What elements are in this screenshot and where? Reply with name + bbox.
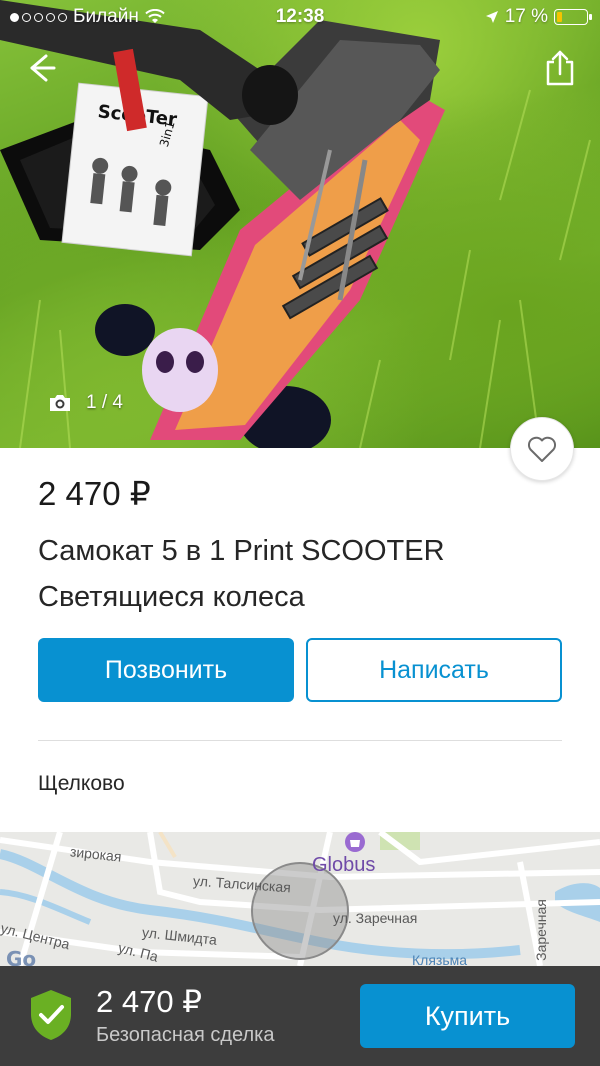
bottom-bar-price: 2 470 ₽ (96, 984, 202, 1019)
write-message-button[interactable]: Написать (306, 638, 562, 702)
divider (38, 740, 562, 741)
listing-title-line-1: Самокат 5 в 1 Print SCOOTER (38, 535, 445, 567)
listing-location: Щелково (38, 772, 125, 795)
battery-percent: 17 % (504, 6, 548, 27)
share-icon[interactable] (540, 48, 580, 88)
status-bar-right: 17 % (485, 6, 592, 28)
location-map[interactable]: Go зирокая Globus ул. Талсинская ул. Зар… (0, 832, 600, 966)
status-bar: Билайн 12:38 17 % (0, 0, 600, 34)
photo-counter: 1 / 4 (48, 392, 123, 414)
map-label-zarechnaya-vertical: Заречная (532, 899, 549, 961)
shield-check-icon (31, 990, 71, 1040)
favorite-button[interactable] (510, 417, 574, 481)
map-label-river: Клязьма (412, 952, 468, 966)
battery-level-fill (557, 12, 562, 22)
back-arrow-icon[interactable] (22, 50, 62, 86)
listing-title: Самокат 5 в 1 Print SCOOTER Светящиеся к… (38, 528, 558, 620)
safe-deal-caption: Безопасная сделка (96, 1024, 275, 1046)
photo-counter-text: 1 / 4 (86, 392, 123, 413)
map-label-globus: Globus (312, 854, 376, 876)
svg-text:Go: Go (6, 947, 36, 966)
battery-icon (554, 9, 592, 25)
heart-icon (527, 436, 557, 462)
scooter-photo-illustration: ScooTer 3in1 (0, 0, 591, 448)
buy-button[interactable]: Купить (360, 984, 575, 1048)
bottom-bar: 2 470 ₽ Безопасная сделка Купить (0, 966, 600, 1066)
listing-title-line-2: Светящиеся колеса (38, 581, 305, 613)
camera-icon (50, 395, 70, 411)
listing-price: 2 470 ₽ (38, 475, 151, 512)
listing-photo[interactable]: ScooTer 3in1 Билайн (0, 0, 600, 448)
location-arrow-icon (485, 11, 498, 23)
call-button[interactable]: Позвонить (38, 638, 294, 702)
map-label-zarechnaya: ул. Заречная (333, 910, 418, 926)
